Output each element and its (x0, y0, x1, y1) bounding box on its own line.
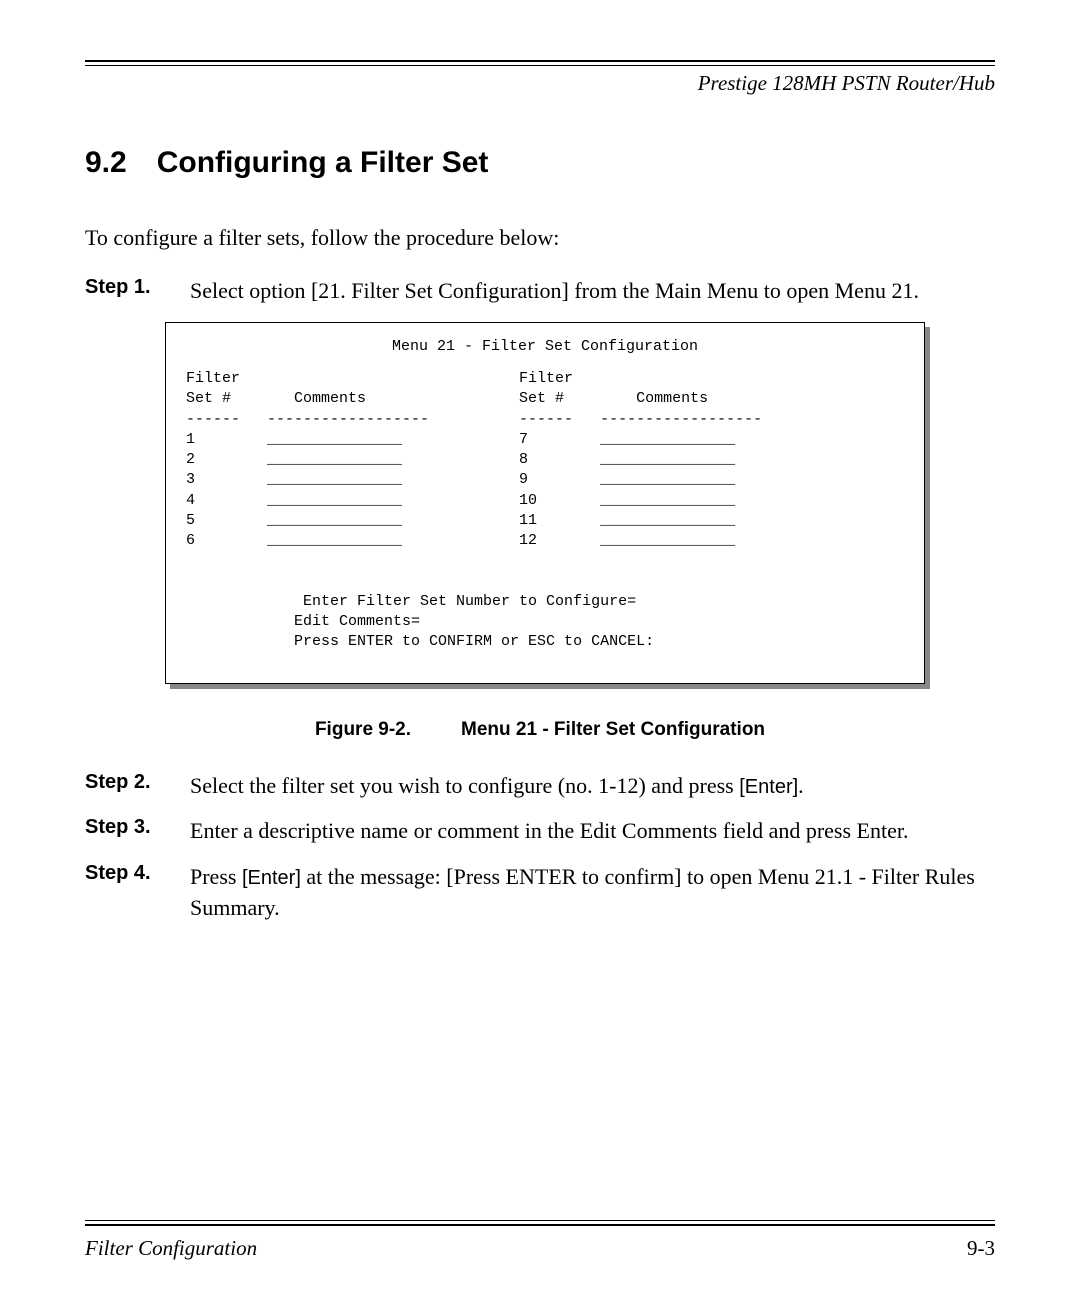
terminal-row-1: 1 _______________ 7 _______________ (186, 431, 735, 448)
terminal-prompt-3: Press ENTER to CONFIRM or ESC to CANCEL: (186, 633, 654, 650)
terminal-screenshot: Menu 21 - Filter Set Configuration Filter… (165, 322, 925, 684)
step-4-prefix: Press (190, 864, 242, 889)
step-4: Step 4. Press [Enter] at the message: [P… (85, 862, 995, 924)
terminal-row-2: 2 _______________ 8 _______________ (186, 451, 735, 468)
section-title: Configuring a Filter Set (157, 146, 489, 179)
step-4-text: Press [Enter] at the message: [Press ENT… (190, 862, 995, 924)
terminal-content: Menu 21 - Filter Set Configuration Filter… (165, 322, 925, 684)
step-1-label: Step 1. (85, 276, 190, 299)
enter-key: [Enter] (739, 776, 798, 798)
step-1: Step 1. Select option [21. Filter Set Co… (85, 276, 995, 307)
step-2-suffix: . (798, 773, 804, 798)
section-heading: 9.2 Configuring a Filter Set (85, 146, 995, 180)
footer-page-number: 9-3 (967, 1236, 995, 1261)
step-4-label: Step 4. (85, 862, 190, 885)
footer-text-row: Filter Configuration 9-3 (85, 1236, 995, 1261)
enter-key-2: [Enter] (242, 867, 301, 889)
terminal-row-3: 3 _______________ 9 _______________ (186, 471, 735, 488)
terminal-prompt-2: Edit Comments= (186, 613, 420, 630)
step-2-label: Step 2. (85, 771, 190, 794)
terminal-row-6: 6 _______________ 12 _______________ (186, 532, 735, 549)
header-rule-thick (85, 60, 995, 62)
step-3: Step 3. Enter a descriptive name or comm… (85, 816, 995, 847)
terminal-prompt-1: Enter Filter Set Number to Configure= (186, 593, 636, 610)
page-footer: Filter Configuration 9-3 (85, 1220, 995, 1261)
step-2: Step 2. Select the filter set you wish t… (85, 771, 995, 802)
footer-rule-thick (85, 1224, 995, 1226)
header-rule-thin (85, 65, 995, 66)
terminal-row-5: 5 _______________ 11 _______________ (186, 512, 735, 529)
terminal-header-row: Filter Filter Set # Comments Set # Comme… (186, 370, 762, 428)
step-4-suffix: at the message: [Press ENTER to confirm]… (190, 864, 975, 920)
figure-title: Menu 21 - Filter Set Configuration (461, 719, 765, 740)
footer-section-name: Filter Configuration (85, 1236, 257, 1261)
intro-paragraph: To configure a filter sets, follow the p… (85, 225, 995, 251)
step-3-label: Step 3. (85, 816, 190, 839)
figure-number: Figure 9-2. (315, 719, 411, 740)
terminal-title: Menu 21 - Filter Set Configuration (186, 337, 904, 357)
footer-rule-thin (85, 1220, 995, 1221)
section-number: 9.2 (85, 146, 127, 179)
step-2-text: Select the filter set you wish to config… (190, 771, 995, 802)
running-header: Prestige 128MH PSTN Router/Hub (85, 71, 995, 96)
terminal-row-4: 4 _______________ 10 _______________ (186, 492, 735, 509)
step-1-text: Select option [21. Filter Set Configurat… (190, 276, 995, 307)
step-3-text: Enter a descriptive name or comment in t… (190, 816, 995, 847)
figure-caption: Figure 9-2. Menu 21 - Filter Set Configur… (85, 719, 995, 741)
step-2-prefix: Select the filter set you wish to config… (190, 773, 739, 798)
